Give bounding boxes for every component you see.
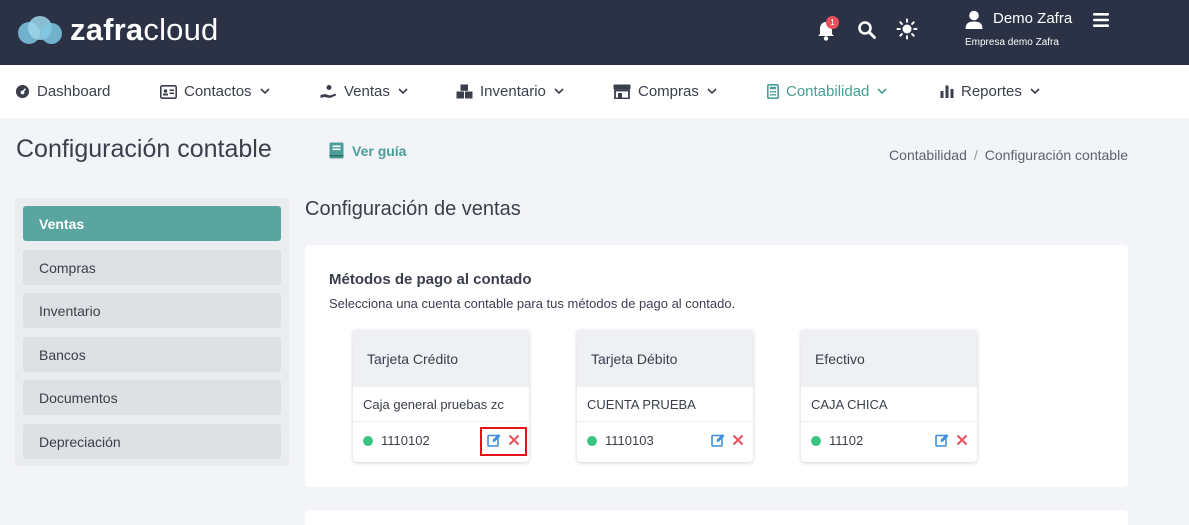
breadcrumb: Contabilidad / Configuración contable xyxy=(889,147,1128,163)
sidebar-item-inventario[interactable]: Inventario xyxy=(23,293,281,328)
sidebar-item-depreciacion[interactable]: Depreciación xyxy=(23,424,281,459)
nav-compras[interactable]: Compras xyxy=(613,65,717,118)
chevron-down-icon xyxy=(554,88,564,95)
sidebar-item-compras[interactable]: Compras xyxy=(23,250,281,285)
inventory-icon xyxy=(456,84,473,99)
delete-icon[interactable] xyxy=(731,433,745,447)
sidebar-item-ventas[interactable]: Ventas xyxy=(23,206,281,241)
company-name: Empresa demo Zafra xyxy=(965,37,1059,48)
contacts-icon xyxy=(160,84,177,99)
nav-dashboard[interactable]: Dashboard xyxy=(15,65,110,118)
user-name: Demo Zafra xyxy=(993,10,1073,27)
payment-card-debit: Tarjeta Débito CUENTA PRUEBA 1110103 xyxy=(577,330,753,462)
theme-sun-icon[interactable] xyxy=(896,18,918,40)
card-account: CUENTA PRUEBA xyxy=(577,387,753,422)
payment-methods-panel: Métodos de pago al contado Selecciona un… xyxy=(305,245,1128,487)
delete-icon[interactable] xyxy=(955,433,969,447)
cloud-logo-icon xyxy=(14,12,66,48)
nav-reportes[interactable]: Reportes xyxy=(940,65,1040,118)
payment-card-cash: Efectivo CAJA CHICA 11102 xyxy=(801,330,977,462)
card-account-code: 1110102 xyxy=(363,433,430,448)
config-sidebar: Ventas Compras Inventario Bancos Documen… xyxy=(15,198,289,466)
card-account-code: 1110103 xyxy=(587,433,654,448)
main-navigation: Dashboard Contactos Ventas Inventario Co… xyxy=(0,65,1189,118)
card-method: Tarjeta Débito xyxy=(577,330,753,387)
logo[interactable]: zafracloud xyxy=(14,12,218,48)
breadcrumb-current: Configuración contable xyxy=(984,147,1128,163)
status-dot xyxy=(587,435,597,446)
chevron-down-icon xyxy=(707,88,717,95)
breadcrumb-separator: / xyxy=(973,147,978,163)
store-icon xyxy=(613,84,631,99)
brand-name: zafracloud xyxy=(70,12,219,47)
top-bar: zafracloud 1 Demo Zafra Empresa demo Zaf… xyxy=(0,0,1189,65)
chevron-down-icon xyxy=(259,88,270,95)
nav-contactos[interactable]: Contactos xyxy=(160,65,270,118)
chevron-down-icon xyxy=(877,88,887,95)
nav-inventario[interactable]: Inventario xyxy=(456,65,564,118)
menu-icon[interactable] xyxy=(1093,13,1109,27)
section-title: Configuración de ventas xyxy=(305,198,521,220)
panel-subtitle: Selecciona una cuenta contable para tus … xyxy=(329,296,736,311)
chevron-down-icon xyxy=(398,88,408,95)
card-method: Efectivo xyxy=(801,330,977,387)
nav-ventas[interactable]: Ventas xyxy=(320,65,408,118)
chevron-down-icon xyxy=(1030,88,1040,95)
status-dot xyxy=(811,435,821,446)
status-dot xyxy=(363,435,373,446)
card-method: Tarjeta Crédito xyxy=(353,330,529,387)
highlight-box xyxy=(480,427,527,456)
bar-chart-icon xyxy=(940,85,954,98)
next-panel xyxy=(305,510,1128,525)
panel-title: Métodos de pago al contado xyxy=(329,271,532,288)
sidebar-item-documentos[interactable]: Documentos xyxy=(23,380,281,415)
dashboard-icon xyxy=(15,84,30,99)
user-icon xyxy=(965,10,983,29)
card-account-code: 11102 xyxy=(811,433,863,448)
edit-icon[interactable] xyxy=(711,433,725,447)
view-guide-link[interactable]: Ver guía xyxy=(329,142,406,159)
breadcrumb-contabilidad[interactable]: Contabilidad xyxy=(889,147,967,163)
edit-icon[interactable] xyxy=(935,433,949,447)
search-icon[interactable] xyxy=(857,20,877,40)
calculator-icon xyxy=(767,84,779,99)
card-account: CAJA CHICA xyxy=(801,387,977,422)
nav-contabilidad[interactable]: Contabilidad xyxy=(767,65,887,118)
card-account: Caja general pruebas zc xyxy=(353,387,529,422)
book-icon xyxy=(329,142,344,159)
notification-badge: 1 xyxy=(826,16,839,29)
page-title: Configuración contable xyxy=(16,135,272,163)
sidebar-item-bancos[interactable]: Bancos xyxy=(23,337,281,372)
sales-icon xyxy=(320,84,336,98)
